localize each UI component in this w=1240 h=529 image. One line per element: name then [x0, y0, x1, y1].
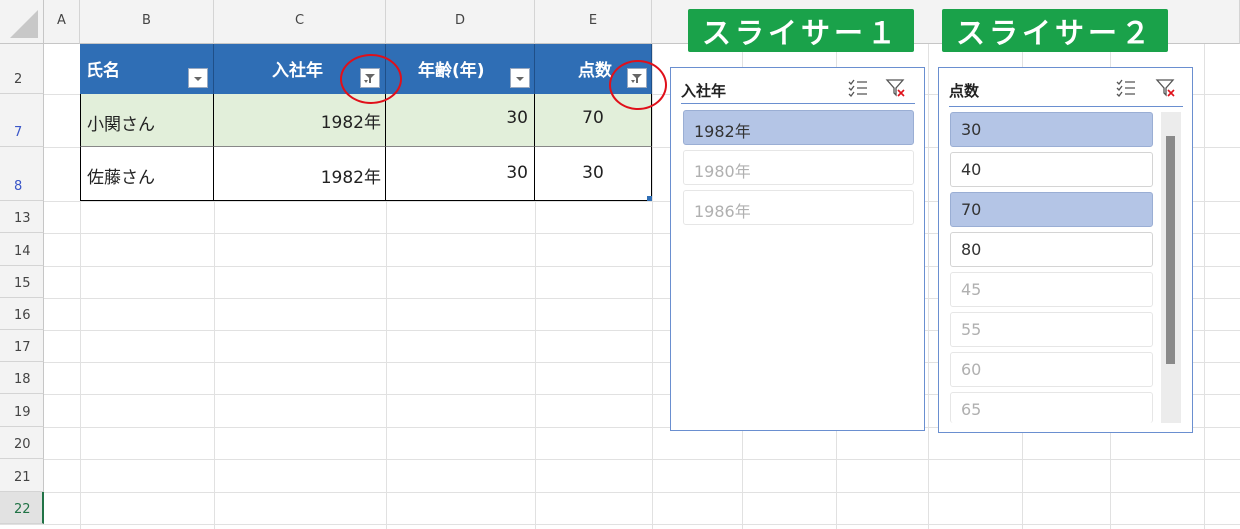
clear-filter-icon[interactable] — [1155, 77, 1177, 99]
slicer-item[interactable]: 80 — [950, 232, 1153, 267]
header-label: 年齢(年) — [418, 61, 485, 81]
column-header-e[interactable]: E — [535, 0, 652, 44]
slicer-divider — [681, 103, 915, 104]
slicer-scrollbar-track[interactable] — [1161, 112, 1181, 423]
row-header-17[interactable]: 17 — [0, 330, 44, 362]
slicer-item[interactable]: 1986年 — [683, 190, 914, 225]
column-label: B — [142, 13, 151, 28]
slicer-item[interactable]: 1980年 — [683, 150, 914, 185]
row-label: 21 — [14, 470, 31, 485]
select-all-triangle-icon — [10, 10, 38, 38]
row-header-20[interactable]: 20 — [0, 427, 44, 459]
column-label: E — [588, 13, 598, 28]
table-cell[interactable]: 小関さん — [80, 94, 214, 147]
column-header-c[interactable]: C — [214, 0, 386, 44]
table-cell[interactable]: 30 — [386, 147, 535, 201]
slicer-item[interactable]: 55 — [950, 312, 1153, 347]
row-label: 17 — [14, 340, 31, 355]
row-label: 15 — [14, 276, 31, 291]
row-label: 16 — [14, 308, 31, 323]
slicer-item[interactable]: 60 — [950, 352, 1153, 387]
column-header-b[interactable]: B — [80, 0, 214, 44]
row-header-7[interactable]: 7 — [0, 94, 44, 147]
multi-select-icon[interactable] — [1115, 78, 1137, 98]
column-header-a[interactable]: A — [44, 0, 80, 44]
row-label: 19 — [14, 405, 31, 420]
row-header-14[interactable]: 14 — [0, 233, 44, 266]
column-label: D — [454, 13, 465, 28]
row-header-19[interactable]: 19 — [0, 394, 44, 427]
slicer-item[interactable]: 40 — [950, 152, 1153, 187]
row-header-2[interactable]: 2 — [0, 44, 44, 94]
row-header-22[interactable]: 22 — [0, 492, 44, 524]
select-all-corner[interactable] — [0, 0, 44, 44]
column-label: C — [294, 13, 305, 28]
clear-filter-icon[interactable] — [885, 77, 907, 99]
slicer-item[interactable]: 1982年 — [683, 110, 914, 145]
slicer-item[interactable]: 45 — [950, 272, 1153, 307]
table-resize-handle[interactable] — [647, 196, 652, 201]
row-header-21[interactable]: 21 — [0, 459, 44, 492]
dropdown-arrow-icon[interactable] — [510, 68, 530, 88]
slicer-score[interactable]: 点数 30 40 70 80 45 55 60 65 — [938, 67, 1193, 433]
row-header-15[interactable]: 15 — [0, 266, 44, 298]
row-header-13[interactable]: 13 — [0, 201, 44, 233]
slicer2-banner: スライサー２ — [942, 9, 1168, 52]
slicer-divider — [949, 106, 1183, 107]
table-cell[interactable]: 30 — [535, 147, 652, 201]
row-label: 8 — [14, 179, 23, 194]
table-cell[interactable]: 佐藤さん — [80, 147, 214, 201]
slicer-scrollbar-thumb[interactable] — [1166, 136, 1175, 364]
header-label: 入社年 — [272, 61, 323, 81]
table-cell[interactable]: 30 — [386, 94, 535, 147]
annotation-circle — [340, 54, 402, 104]
multi-select-icon[interactable] — [847, 78, 869, 98]
column-label: A — [57, 13, 66, 28]
header-label: 氏名 — [86, 61, 120, 81]
slicer-title: 入社年 — [681, 82, 727, 100]
row-label: 13 — [14, 211, 31, 226]
slicer-item[interactable]: 65 — [950, 392, 1153, 423]
slicer-item[interactable]: 70 — [950, 192, 1153, 227]
row-label: 7 — [14, 125, 23, 140]
row-header-18[interactable]: 18 — [0, 362, 44, 394]
slicer1-banner: スライサー１ — [688, 9, 914, 52]
row-label: 22 — [14, 502, 31, 517]
slicer-join-year[interactable]: 入社年 1982年 1980年 1986年 — [670, 67, 925, 431]
row-label: 18 — [14, 372, 31, 387]
slicer-title: 点数 — [949, 82, 980, 100]
row-header-16[interactable]: 16 — [0, 298, 44, 330]
table-header-name: 氏名 — [80, 44, 214, 94]
row-label: 20 — [14, 437, 31, 452]
table-header-age: 年齢(年) — [386, 44, 535, 94]
row-label: 2 — [14, 72, 23, 87]
header-label: 点数 — [578, 61, 612, 81]
table-cell[interactable]: 1982年 — [214, 147, 386, 201]
dropdown-arrow-icon[interactable] — [188, 68, 208, 88]
column-header-d[interactable]: D — [386, 0, 535, 44]
annotation-circle — [609, 60, 667, 110]
row-header-8[interactable]: 8 — [0, 147, 44, 201]
slicer-item[interactable]: 30 — [950, 112, 1153, 147]
row-label: 14 — [14, 244, 31, 259]
